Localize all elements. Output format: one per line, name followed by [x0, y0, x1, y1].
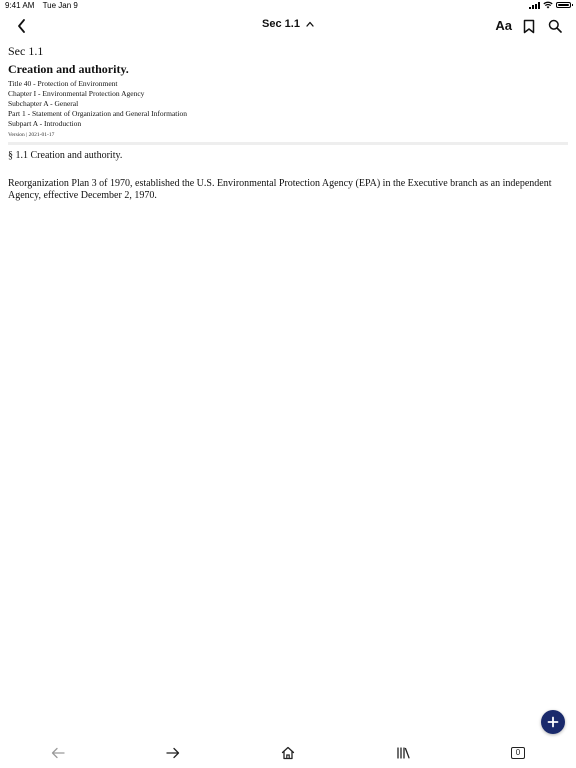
home-button[interactable] — [278, 744, 298, 762]
arrow-right-icon — [166, 747, 180, 759]
tabs-button[interactable]: 0 — [508, 744, 528, 762]
wifi-icon — [543, 1, 553, 9]
status-time-date: 9:41 AM Tue Jan 9 — [5, 1, 78, 10]
search-icon — [548, 19, 562, 33]
bottom-toolbar: 0 — [0, 742, 576, 764]
add-button[interactable] — [541, 710, 565, 734]
section-heading: § 1.1 Creation and authority. — [8, 150, 123, 161]
bookmark-icon — [523, 19, 535, 33]
navigation-bar: Sec 1.1 Aa — [0, 12, 576, 40]
cellular-signal-icon — [529, 1, 540, 9]
search-button[interactable] — [546, 16, 564, 36]
battery-icon — [556, 2, 573, 8]
tabs-icon: 0 — [511, 747, 525, 759]
hierarchy-title: Title 40 - Protection of Environment — [8, 79, 118, 88]
document-header: Sec 1.1 Creation and authority. Title 40… — [8, 44, 568, 146]
hierarchy-part: Part 1 - Statement of Organization and G… — [8, 109, 187, 118]
bookmark-button[interactable] — [520, 16, 538, 36]
tab-count: 0 — [515, 748, 521, 757]
hierarchy-chapter: Chapter I - Environmental Protection Age… — [8, 89, 145, 98]
arrow-left-icon — [51, 747, 65, 759]
nav-title: Sec 1.1 — [262, 18, 300, 30]
status-date: Tue Jan 9 — [42, 1, 78, 10]
body-paragraph: Reorganization Plan 3 of 1970, establish… — [8, 178, 552, 201]
history-back-button[interactable] — [48, 744, 68, 762]
status-indicators — [529, 1, 573, 9]
section-selector[interactable]: Sec 1.1 — [262, 18, 314, 30]
hierarchy-subchapter: Subchapter A - General — [8, 99, 79, 108]
header-divider — [8, 142, 568, 145]
plus-icon — [547, 716, 559, 728]
library-icon — [397, 747, 410, 759]
document-body: § 1.1 Creation and authority. Reorganiza… — [8, 150, 568, 202]
nav-actions: Aa — [495, 16, 564, 36]
home-icon — [281, 746, 295, 760]
document-title: Creation and authority. — [8, 62, 129, 76]
status-bar: 9:41 AM Tue Jan 9 — [0, 0, 576, 12]
status-time: 9:41 AM — [5, 1, 35, 10]
library-button[interactable] — [393, 744, 413, 762]
section-label: Sec 1.1 — [8, 44, 44, 58]
battery-level — [558, 4, 569, 6]
hierarchy-subpart: Subpart A - Introduction — [8, 119, 82, 128]
history-forward-button[interactable] — [163, 744, 183, 762]
version-label: Version | 2021-01-17 — [8, 132, 55, 138]
chevron-up-icon — [306, 21, 314, 27]
font-settings-button[interactable]: Aa — [495, 16, 512, 36]
nav-title-container: Sec 1.1 — [0, 18, 576, 30]
